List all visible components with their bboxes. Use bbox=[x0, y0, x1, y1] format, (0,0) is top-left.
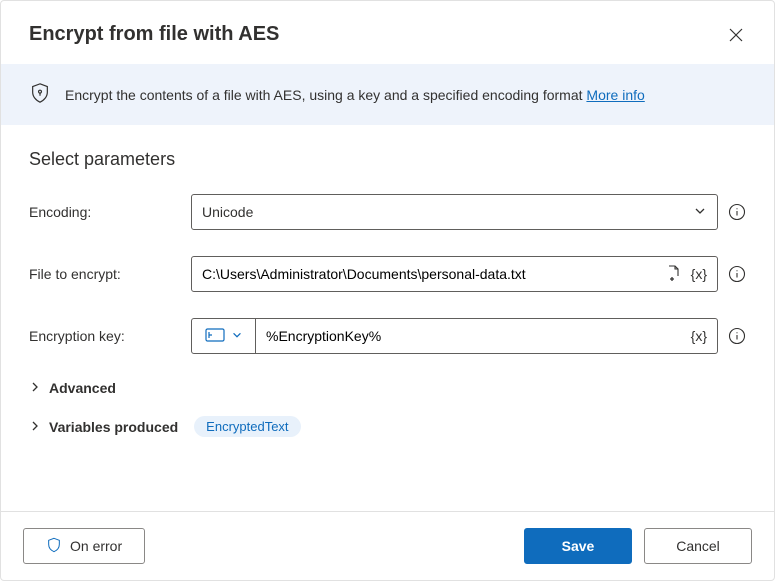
file-input[interactable] bbox=[202, 266, 657, 282]
banner-text: Encrypt the contents of a file with AES,… bbox=[65, 87, 645, 103]
cancel-button[interactable]: Cancel bbox=[644, 528, 752, 564]
chevron-right-icon bbox=[29, 419, 41, 435]
save-button[interactable]: Save bbox=[524, 528, 632, 564]
dialog-title: Encrypt from file with AES bbox=[29, 23, 279, 46]
text-input-type-icon bbox=[205, 328, 225, 345]
cancel-label: Cancel bbox=[676, 538, 720, 554]
key-row: Encryption key: {x} bbox=[29, 318, 746, 354]
shield-outline-icon bbox=[46, 537, 62, 556]
variable-picker-icon[interactable]: {x} bbox=[691, 266, 707, 282]
encoding-label: Encoding: bbox=[29, 204, 177, 220]
file-field: {x} bbox=[191, 256, 718, 292]
chevron-down-icon bbox=[231, 328, 243, 344]
encoding-value: Unicode bbox=[202, 204, 685, 220]
encoding-row: Encoding: Unicode bbox=[29, 194, 746, 230]
content-area: Select parameters Encoding: Unicode File… bbox=[1, 125, 774, 511]
variables-produced-expander[interactable]: Variables produced EncryptedText bbox=[29, 416, 746, 437]
dialog-footer: On error Save Cancel bbox=[1, 511, 774, 580]
key-input[interactable] bbox=[266, 328, 683, 344]
dialog: Encrypt from file with AES Encrypt the c… bbox=[0, 0, 775, 581]
close-icon bbox=[729, 28, 743, 42]
file-label: File to encrypt: bbox=[29, 266, 177, 282]
info-banner: Encrypt the contents of a file with AES,… bbox=[1, 64, 774, 125]
key-info-icon[interactable] bbox=[728, 327, 746, 345]
more-info-link[interactable]: More info bbox=[586, 87, 644, 103]
encoding-info-icon[interactable] bbox=[728, 203, 746, 221]
banner-text-content: Encrypt the contents of a file with AES,… bbox=[65, 87, 586, 103]
close-button[interactable] bbox=[726, 25, 746, 45]
chevron-right-icon bbox=[29, 380, 41, 396]
key-combo-field: {x} bbox=[191, 318, 718, 354]
chevron-down-icon bbox=[693, 204, 707, 221]
variable-picker-icon[interactable]: {x} bbox=[691, 328, 707, 344]
variable-chip[interactable]: EncryptedText bbox=[194, 416, 300, 437]
dialog-header: Encrypt from file with AES bbox=[1, 1, 774, 64]
on-error-label: On error bbox=[70, 538, 122, 554]
shield-lock-icon bbox=[29, 82, 51, 107]
key-type-selector[interactable] bbox=[192, 319, 256, 353]
file-info-icon[interactable] bbox=[728, 265, 746, 283]
on-error-button[interactable]: On error bbox=[23, 528, 145, 564]
browse-file-icon[interactable] bbox=[665, 264, 683, 285]
file-row: File to encrypt: {x} bbox=[29, 256, 746, 292]
save-label: Save bbox=[562, 538, 595, 554]
advanced-expander[interactable]: Advanced bbox=[29, 380, 746, 396]
variables-produced-label: Variables produced bbox=[49, 419, 178, 435]
key-label: Encryption key: bbox=[29, 328, 177, 344]
section-title: Select parameters bbox=[29, 149, 746, 170]
advanced-label: Advanced bbox=[49, 380, 116, 396]
encoding-select[interactable]: Unicode bbox=[191, 194, 718, 230]
